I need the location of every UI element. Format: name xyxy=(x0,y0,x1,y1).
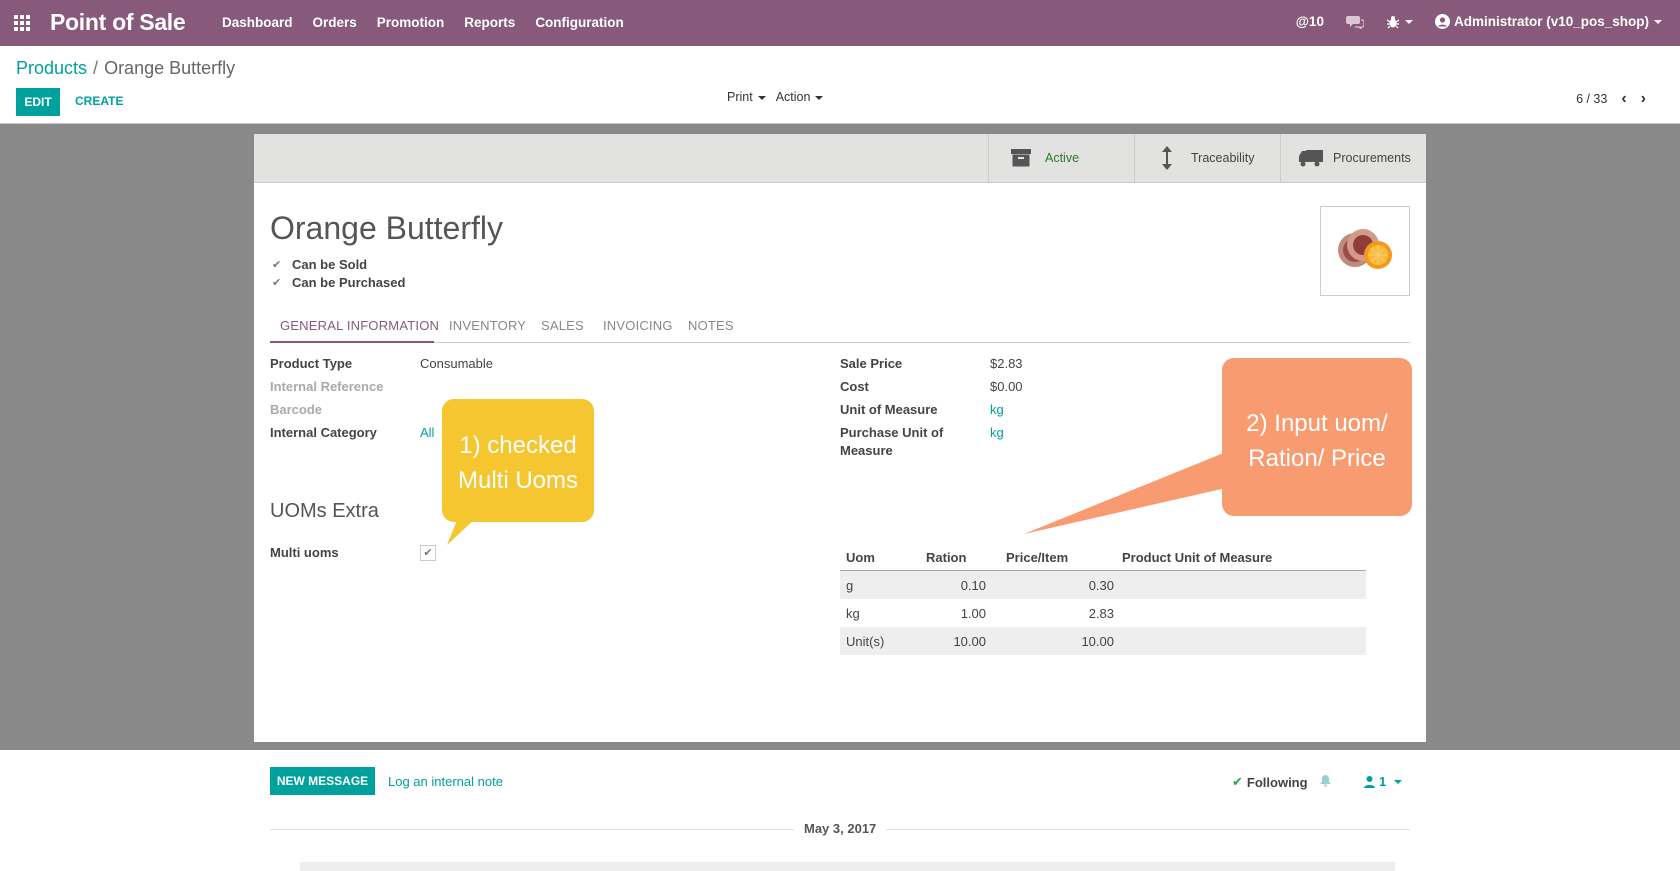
message-date: May 3, 2017 xyxy=(794,821,887,836)
check-icon: ✔ xyxy=(1232,774,1243,789)
callout-pointers xyxy=(447,452,1226,545)
log-note-link[interactable]: Log an internal note xyxy=(388,774,503,789)
followers-dropdown[interactable]: 1 xyxy=(1364,774,1403,789)
user-icon xyxy=(1364,775,1375,788)
yellow-callout-pointer xyxy=(447,518,476,545)
orange-callout-pointer xyxy=(1024,452,1226,534)
callout-orange-line1: 2) Input uom/ xyxy=(1246,410,1388,437)
callout-checked-multi-uoms: 1) checked Multi Uoms xyxy=(442,399,594,522)
callout-orange-line2: Ration/ Price xyxy=(1248,445,1386,472)
new-message-button[interactable]: NEW MESSAGE xyxy=(270,767,375,795)
callout-input-uom: 2) Input uom/ Ration/ Price xyxy=(1222,358,1412,516)
followers-count: 1 xyxy=(1379,774,1387,789)
chevron-down-icon xyxy=(1394,779,1403,784)
callout-yellow-line1: 1) checked xyxy=(459,432,577,459)
following-label: Following xyxy=(1246,774,1308,790)
callout-yellow-line2: Multi Uoms xyxy=(457,467,578,494)
following-toggle[interactable]: ✔ Following xyxy=(1232,774,1331,790)
bell-icon[interactable] xyxy=(1319,774,1331,790)
message-preview xyxy=(300,862,1395,871)
